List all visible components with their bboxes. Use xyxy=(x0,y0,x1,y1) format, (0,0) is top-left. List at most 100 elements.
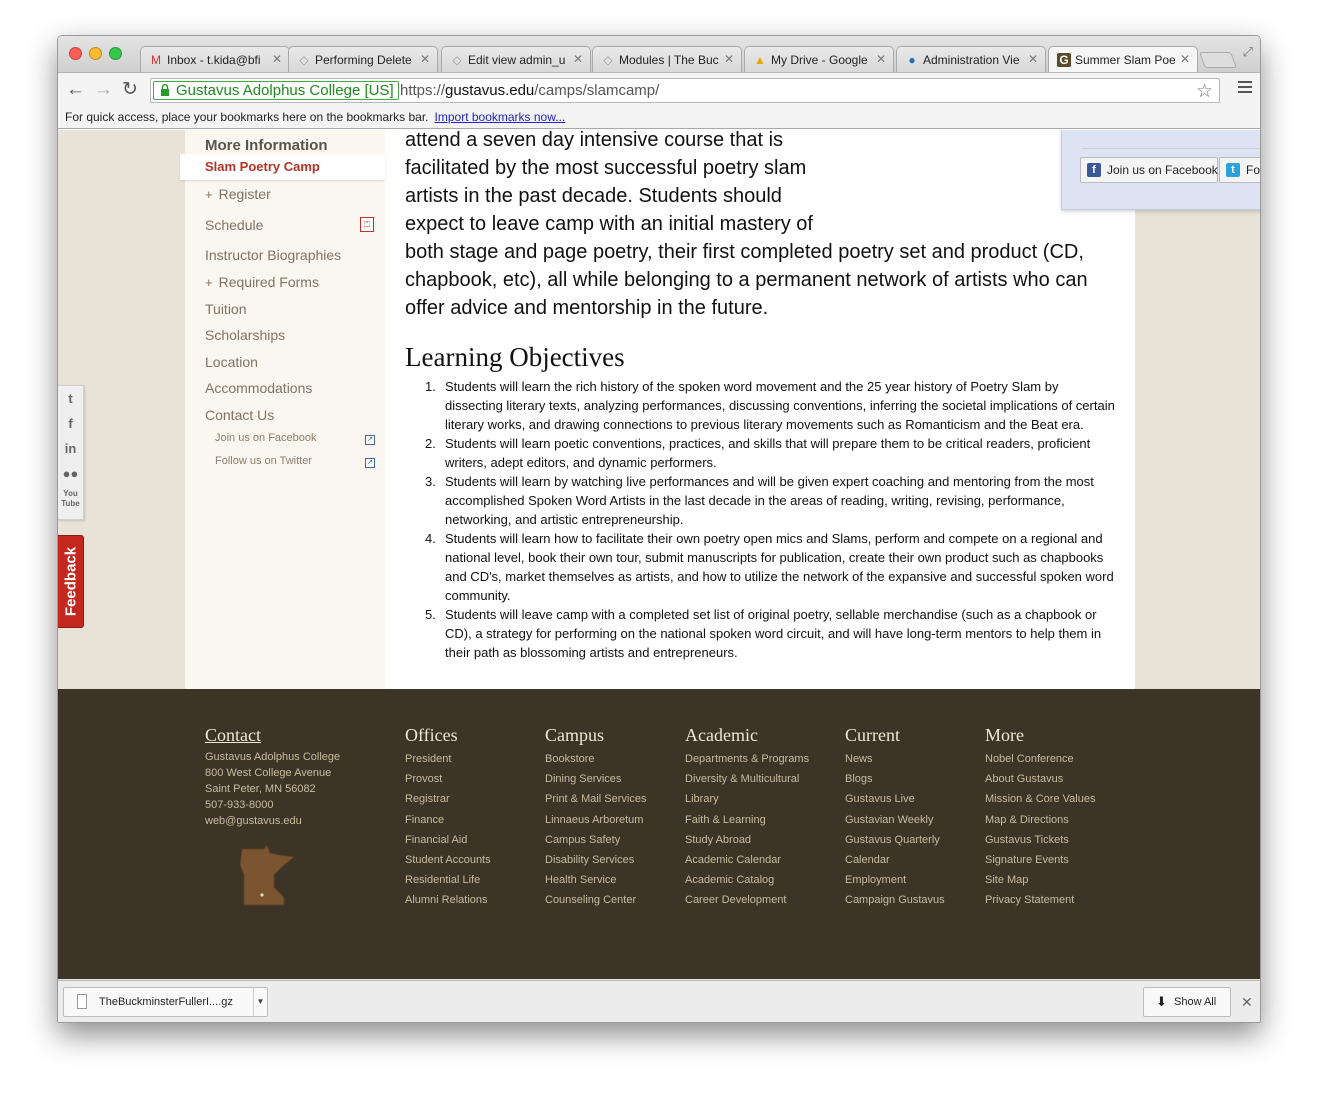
bookmark-star-icon[interactable]: ☆ xyxy=(1196,80,1213,103)
sidebar-item-required-forms[interactable]: + Required Forms xyxy=(205,274,319,290)
button-label: Show All xyxy=(1174,996,1217,1008)
sidebar-item-tuition[interactable]: Tuition xyxy=(205,301,247,317)
footer-link[interactable]: Bookstore xyxy=(545,749,646,769)
zoom-window-button[interactable] xyxy=(109,47,122,60)
footer-link[interactable]: Financial Aid xyxy=(405,830,491,850)
facebook-icon[interactable]: f xyxy=(58,411,83,436)
fullscreen-icon[interactable]: ⤢ xyxy=(1243,44,1253,60)
footer-link[interactable]: Academic Catalog xyxy=(685,870,809,890)
ev-certificate-badge[interactable]: Gustavus Adolphus College [US] xyxy=(153,81,399,100)
footer-link[interactable]: Nobel Conference xyxy=(985,749,1095,769)
footer-link[interactable]: Diversity & Multicultural xyxy=(685,769,809,789)
download-item[interactable]: TheBuckminsterFullerI....gz ▼ xyxy=(63,987,268,1017)
import-bookmarks-link[interactable]: Import bookmarks now... xyxy=(435,110,566,124)
sidebar-item-schedule[interactable]: Schedule xyxy=(205,217,263,233)
sidebar-item-location[interactable]: Location xyxy=(205,354,258,370)
sidebar-item-facebook[interactable]: Join us on Facebook xyxy=(215,432,317,444)
tab-administration[interactable]: ● Administration Vie ✕ xyxy=(896,46,1046,72)
footer-link[interactable]: Finance xyxy=(405,810,491,830)
footer-link[interactable]: Gustavus Quarterly xyxy=(845,830,945,850)
flickr-icon[interactable]: ●● xyxy=(58,461,83,486)
footer-link[interactable]: Signature Events xyxy=(985,850,1095,870)
footer-link[interactable]: Study Abroad xyxy=(685,830,809,850)
close-icon[interactable]: ✕ xyxy=(876,52,886,66)
footer-heading[interactable]: Contact xyxy=(205,725,395,746)
footer-link[interactable]: Linnaeus Arboretum xyxy=(545,810,646,830)
footer-link[interactable]: Campus Safety xyxy=(545,830,646,850)
footer-link[interactable]: Health Service xyxy=(545,870,646,890)
menu-icon[interactable] xyxy=(1238,81,1252,96)
footer-link[interactable]: Gustavus Live xyxy=(845,789,945,809)
footer-link[interactable]: Counseling Center xyxy=(545,890,646,910)
footer-link[interactable]: News xyxy=(845,749,945,769)
linkedin-icon[interactable]: in xyxy=(58,436,83,461)
footer-link[interactable]: About Gustavus xyxy=(985,769,1095,789)
reload-icon[interactable]: ↻ xyxy=(122,79,138,101)
footer-link[interactable]: Calendar xyxy=(845,850,945,870)
lock-icon xyxy=(161,84,169,96)
close-window-button[interactable] xyxy=(69,47,82,60)
show-all-button[interactable]: ⬇ Show All xyxy=(1143,987,1231,1017)
new-tab-button[interactable] xyxy=(1199,52,1237,68)
minimize-window-button[interactable] xyxy=(89,47,102,60)
url-text[interactable]: https://gustavus.edu/camps/slamcamp/ xyxy=(400,81,659,100)
close-icon[interactable]: ✕ xyxy=(1028,52,1038,66)
share-bar: t f in ●● You Tube xyxy=(58,385,84,520)
footer-link[interactable]: Residential Life xyxy=(405,870,491,890)
footer-link[interactable]: Alumni Relations xyxy=(405,890,491,910)
sidebar-item-accommodations[interactable]: Accommodations xyxy=(205,380,312,396)
footer-link[interactable]: Gustavus Tickets xyxy=(985,830,1095,850)
email-link[interactable]: web@gustavus.edu xyxy=(205,813,395,829)
bookmarks-bar: For quick access, place your bookmarks h… xyxy=(58,108,1260,129)
footer-link[interactable]: Academic Calendar xyxy=(685,850,809,870)
footer-link[interactable]: Site Map xyxy=(985,870,1095,890)
footer-link[interactable]: Departments & Programs xyxy=(685,749,809,769)
sidebar-item-slam-poetry-camp[interactable]: Slam Poetry Camp xyxy=(180,154,385,180)
sidebar-item-scholarships[interactable]: Scholarships xyxy=(205,327,285,343)
join-facebook-button[interactable]: f Join us on Facebook xyxy=(1080,157,1218,183)
close-icon[interactable]: ✕ xyxy=(420,52,430,66)
tab-performing-delete[interactable]: ◇ Performing Delete ✕ xyxy=(288,46,438,72)
tab-my-drive[interactable]: ▲ My Drive - Google ✕ xyxy=(744,46,894,72)
close-icon[interactable]: ✕ xyxy=(1241,994,1253,1011)
close-icon[interactable]: ✕ xyxy=(724,52,734,66)
close-icon[interactable]: ✕ xyxy=(272,52,282,66)
youtube-icon[interactable]: You Tube xyxy=(58,486,83,511)
footer-link[interactable]: Print & Mail Services xyxy=(545,789,646,809)
tab-edit-view[interactable]: ◇ Edit view admin_u ✕ xyxy=(441,46,591,72)
footer-link[interactable]: Student Accounts xyxy=(405,850,491,870)
tab-gmail[interactable]: M Inbox - t.kida@bfi ✕ xyxy=(140,46,290,72)
footer-link[interactable]: Disability Services xyxy=(545,850,646,870)
forward-icon[interactable]: → xyxy=(94,79,113,101)
sidebar-item-register[interactable]: + Register xyxy=(205,186,271,202)
tab-summer-slam[interactable]: G Summer Slam Poet ✕ xyxy=(1048,46,1198,72)
footer-link[interactable]: Faith & Learning xyxy=(685,810,809,830)
footer-link[interactable]: Library xyxy=(685,789,809,809)
footer-link[interactable]: Dining Services xyxy=(545,769,646,789)
footer-link[interactable]: Career Development xyxy=(685,890,809,910)
footer-link[interactable]: Provost xyxy=(405,769,491,789)
feedback-tab[interactable]: Feedback xyxy=(58,535,84,628)
content-container: More Information Slam Poetry Camp + Regis… xyxy=(180,130,1260,705)
footer-link[interactable]: Blogs xyxy=(845,769,945,789)
sidebar-item-twitter[interactable]: Follow us on Twitter xyxy=(215,455,312,467)
back-icon[interactable]: ← xyxy=(66,79,85,101)
footer-link[interactable]: Gustavian Weekly xyxy=(845,810,945,830)
close-icon[interactable]: ✕ xyxy=(1180,52,1190,66)
close-icon[interactable]: ✕ xyxy=(573,52,583,66)
sidebar-item-instructor-biographies[interactable]: Instructor Biographies xyxy=(205,247,341,263)
tab-modules[interactable]: ◇ Modules | The Buc ✕ xyxy=(592,46,742,72)
twitter-icon[interactable]: t xyxy=(58,386,83,411)
footer-link[interactable]: President xyxy=(405,749,491,769)
follow-twitter-button[interactable]: t Follow us on Twitter xyxy=(1219,157,1260,183)
list-item: 3. Students will learn by watching live p… xyxy=(425,474,1094,527)
sidebar-item-contact-us[interactable]: Contact Us xyxy=(205,407,274,423)
address-bar[interactable]: Gustavus Adolphus College [US] https://g… xyxy=(150,78,1220,103)
footer-link[interactable]: Map & Directions xyxy=(985,810,1095,830)
footer-link[interactable]: Privacy Statement xyxy=(985,890,1095,910)
footer-link[interactable]: Mission & Core Values xyxy=(985,789,1095,809)
footer-link[interactable]: Registrar xyxy=(405,789,491,809)
chevron-down-icon[interactable]: ▼ xyxy=(253,988,267,1016)
footer-link[interactable]: Campaign Gustavus xyxy=(845,890,945,910)
footer-link[interactable]: Employment xyxy=(845,870,945,890)
